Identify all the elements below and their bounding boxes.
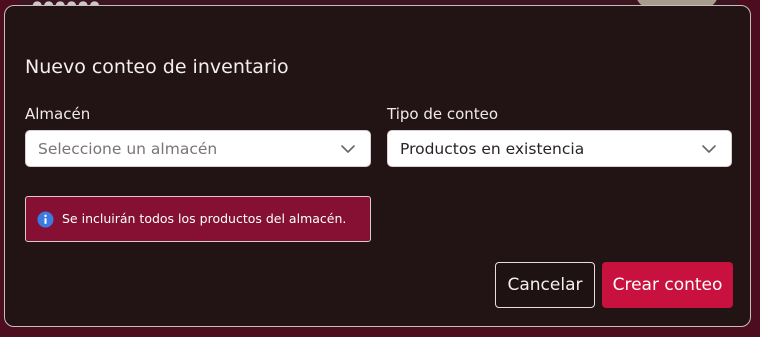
warehouse-select[interactable]: Seleccione un almacén	[25, 130, 371, 167]
dialog-title: Nuevo conteo de inventario	[25, 56, 289, 78]
count-type-value: Productos en existencia	[400, 139, 585, 158]
create-count-button[interactable]: Crear conteo	[602, 262, 733, 308]
chevron-down-icon	[702, 144, 716, 153]
count-type-label: Tipo de conteo	[387, 105, 499, 123]
info-icon	[37, 210, 54, 228]
chevron-down-icon	[341, 144, 355, 153]
new-inventory-count-dialog: Nuevo conteo de inventario Almacén Selec…	[4, 5, 751, 327]
warehouse-label: Almacén	[25, 105, 91, 123]
info-text: Se incluirán todos los productos del alm…	[62, 210, 347, 226]
info-alert: Se incluirán todos los productos del alm…	[25, 196, 371, 242]
count-type-select[interactable]: Productos en existencia	[387, 130, 732, 167]
warehouse-placeholder: Seleccione un almacén	[38, 139, 218, 158]
cancel-button[interactable]: Cancelar	[495, 262, 595, 308]
